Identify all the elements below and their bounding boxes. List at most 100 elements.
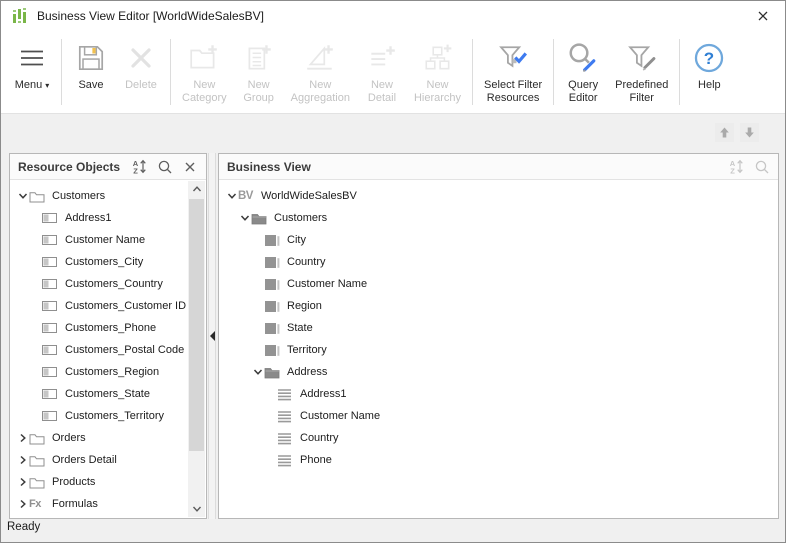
tree-row[interactable]: Orders Detail (11, 449, 188, 471)
move-buttons (715, 123, 759, 142)
tree-node-label: Customers_Postal Code (65, 344, 184, 356)
tree-row[interactable]: Products (11, 471, 188, 493)
move-down-button[interactable] (740, 123, 759, 142)
tree-node-label: Customers_Region (65, 366, 159, 378)
tree-row[interactable]: Region (220, 295, 777, 317)
tree-node-label: Customers (52, 190, 105, 202)
group-icon (264, 343, 284, 357)
search-icon[interactable] (753, 158, 770, 175)
close-panel-icon[interactable] (181, 158, 198, 175)
tree-row[interactable]: Customers_Postal Code (11, 339, 188, 361)
tree-row[interactable]: Customers_City (11, 251, 188, 273)
scroll-up-icon[interactable] (188, 181, 205, 197)
field-icon (42, 299, 62, 313)
svg-text:Z: Z (133, 167, 138, 176)
scroll-down-icon[interactable] (188, 501, 205, 517)
detail-icon (277, 387, 297, 401)
chevron-spacer (29, 212, 42, 224)
tree-node-label: State (287, 322, 313, 334)
toolbar-button-label: NewHierarchy (414, 79, 461, 105)
group-icon (264, 299, 284, 313)
new-aggregation-button: NewAggregation (284, 31, 357, 113)
toolbar-button-label: QueryEditor (568, 79, 598, 105)
chevron-spacer (29, 256, 42, 268)
tree-node-label: Formulas (52, 498, 98, 510)
save-button[interactable]: Save (66, 31, 116, 113)
tree-row[interactable]: City (220, 229, 777, 251)
scrollbar-thumb[interactable] (189, 199, 204, 451)
tree-node-label: Country (300, 432, 339, 444)
tree-row[interactable]: Country (220, 251, 777, 273)
tree-row[interactable]: BVWorldWideSalesBV (220, 185, 777, 207)
tree-row[interactable]: Customer Name (220, 273, 777, 295)
chevron-down-icon[interactable] (16, 190, 29, 202)
tree-row[interactable]: Address1 (220, 383, 777, 405)
detail-icon (277, 431, 297, 445)
tree-node-label: Customers_State (65, 388, 150, 400)
group-icon (264, 233, 284, 247)
tree-row[interactable]: Orders (11, 427, 188, 449)
sort-az-icon[interactable]: A Z (131, 158, 148, 175)
chevron-down-icon[interactable] (251, 366, 264, 378)
tree-row[interactable]: Customers (11, 185, 188, 207)
new-aggregation-icon (302, 40, 338, 76)
chevron-down-icon[interactable] (225, 190, 238, 202)
predefined-filter-button[interactable]: PredefinedFilter (608, 31, 675, 113)
chevron-spacer (29, 322, 42, 334)
toolbar-separator (679, 39, 680, 105)
business-view-title: Business View (227, 160, 311, 174)
field-icon (42, 255, 62, 269)
tree-row[interactable]: FxFormulas (11, 493, 188, 515)
tree-row[interactable]: Customers (220, 207, 777, 229)
tree-row[interactable]: Address (220, 361, 777, 383)
toolbar-separator (472, 39, 473, 105)
tree-row[interactable]: Customers_State (11, 383, 188, 405)
move-up-button[interactable] (715, 123, 734, 142)
tree-row[interactable]: Customer Name (11, 229, 188, 251)
business-view-header: Business View A Z (219, 154, 778, 180)
chevron-spacer (29, 234, 42, 246)
sort-az-icon[interactable]: A Z (728, 158, 745, 175)
tree-row[interactable]: Customer Name (220, 405, 777, 427)
toolbar: Menu▾SaveDeleteNewCategoryNewGroupNewAgg… (1, 31, 785, 114)
help-button[interactable]: ?Help (684, 31, 734, 113)
chevron-right-icon[interactable] (16, 498, 29, 510)
select-filter-resources-button[interactable]: Select FilterResources (477, 31, 549, 113)
toolbar-button-label: NewGroup (243, 79, 274, 105)
chevron-right-icon[interactable] (16, 432, 29, 444)
vertical-scrollbar[interactable] (188, 181, 205, 517)
detail-icon (277, 453, 297, 467)
panel-splitter[interactable] (208, 153, 216, 519)
menu-button[interactable]: Menu▾ (7, 31, 57, 113)
close-window-button[interactable] (753, 7, 773, 25)
tree-node-label: City (287, 234, 306, 246)
tree-row[interactable]: Customers_Customer ID (11, 295, 188, 317)
chevron-right-icon[interactable] (16, 476, 29, 488)
title-bar: Business View Editor [WorldWideSalesBV] (1, 1, 785, 31)
tree-row[interactable]: Territory (220, 339, 777, 361)
menu-icon (14, 40, 50, 76)
tree-row[interactable]: Customers_Region (11, 361, 188, 383)
query-editor-button[interactable]: QueryEditor (558, 31, 608, 113)
tree-row[interactable]: State (220, 317, 777, 339)
tree-row[interactable]: Address1 (11, 207, 188, 229)
tree-row[interactable]: Customers_Territory (11, 405, 188, 427)
toolbar-button-label: PredefinedFilter (615, 79, 668, 105)
tree-node-label: Products (52, 476, 95, 488)
folder-icon (251, 211, 271, 225)
chevron-spacer (251, 344, 264, 356)
search-icon[interactable] (156, 158, 173, 175)
new-category-button: NewCategory (175, 31, 234, 113)
tree-row[interactable]: Customers_Phone (11, 317, 188, 339)
tree-node-label: Customers (274, 212, 327, 224)
field-icon (42, 321, 62, 335)
new-detail-icon (364, 40, 400, 76)
tree-row[interactable]: Phone (220, 449, 777, 471)
chevron-spacer (29, 366, 42, 378)
chevron-down-icon[interactable] (238, 212, 251, 224)
tree-row[interactable]: Customers_Country (11, 273, 188, 295)
tree-node-label: Orders Detail (52, 454, 117, 466)
tree-row[interactable]: Country (220, 427, 777, 449)
chevron-right-icon[interactable] (16, 454, 29, 466)
collapse-left-icon (210, 331, 215, 341)
